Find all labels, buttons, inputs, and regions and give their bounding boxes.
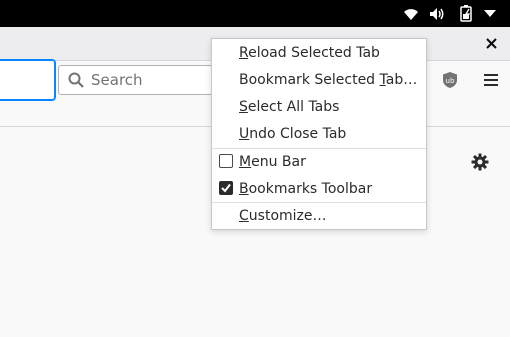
settings-gear-icon[interactable] [467,149,493,175]
chevron-down-icon[interactable] [482,4,498,23]
battery-charging-icon[interactable] [458,4,476,23]
menu-item-label: Menu Bar [239,154,306,170]
menu-item-label: Undo Close Tab [239,126,347,142]
menu-item-undo-close-tab[interactable]: Undo Close Tab [212,121,426,147]
wifi-icon[interactable] [402,4,420,23]
ublock-origin-icon[interactable]: ub [437,67,463,93]
menu-item-label: Reload Selected Tab [239,45,380,61]
menu-item-label: Select All Tabs [239,99,340,115]
svg-text:ub: ub [446,77,455,85]
menu-item-bookmark-selected-tab[interactable]: Bookmark Selected Tab… [212,67,426,93]
search-icon [68,72,84,92]
menu-item-select-all-tabs[interactable]: Select All Tabs [212,94,426,120]
url-bar[interactable] [0,59,56,101]
volume-icon[interactable] [428,4,446,23]
menu-item-label: Customize… [239,208,327,224]
tab-context-menu: Reload Selected Tab Bookmark Selected Ta… [211,38,427,230]
menu-item-customize[interactable]: Customize… [212,203,426,229]
hamburger-menu-icon[interactable] [478,67,504,93]
menu-item-reload-selected-tab[interactable]: Reload Selected Tab [212,40,426,66]
close-icon[interactable] [482,34,500,52]
menu-item-menu-bar[interactable]: Menu Bar [212,149,426,175]
search-input[interactable] [89,69,223,91]
search-bar[interactable] [58,65,230,95]
unchecked-checkbox-icon[interactable] [219,154,233,168]
menu-item-label: Bookmark Selected Tab… [239,72,418,88]
menu-item-label: Bookmarks Toolbar [239,181,373,197]
menu-item-bookmarks-toolbar[interactable]: Bookmarks Toolbar [212,176,426,202]
checked-checkbox-icon[interactable] [219,181,233,195]
system-top-bar [0,0,510,27]
